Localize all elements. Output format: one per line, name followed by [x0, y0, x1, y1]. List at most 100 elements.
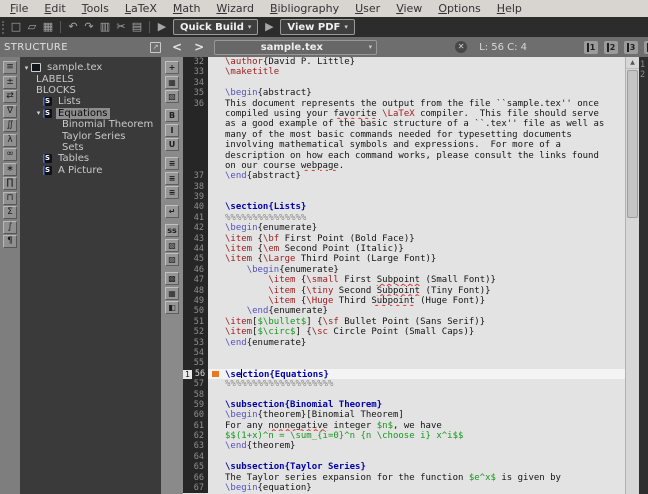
greek-letters-tab-icon[interactable]: λ [3, 134, 17, 147]
line-number[interactable]: 54 [183, 348, 208, 358]
undo-icon[interactable]: ↶ [65, 19, 81, 35]
editor-line[interactable]: 39 [183, 192, 625, 202]
editor-line[interactable]: 49 \item {\Huge Third Subpoint (Huge Fon… [183, 296, 625, 306]
asymptote-tab-icon[interactable]: ∫ [3, 221, 17, 234]
editor-line[interactable]: compiled using your favorite \LaTeX comp… [183, 109, 625, 119]
copy-icon[interactable]: ▥ [97, 19, 113, 35]
editor-line[interactable]: 64 [183, 452, 625, 462]
editor-line[interactable]: 60\begin{theorem}[Binomial Theorem] [183, 410, 625, 420]
misc-symbols-tab-icon[interactable]: ∞ [3, 148, 17, 161]
editor-line[interactable]: 35\begin{abstract} [183, 88, 625, 98]
expander-icon[interactable]: ▾ [22, 64, 31, 72]
frame-icon[interactable]: ▧ [165, 239, 179, 252]
line-number[interactable]: 34 [183, 78, 208, 88]
tabular-icon[interactable]: ▦ [165, 76, 179, 89]
editor-line[interactable]: 43\item {\bf First Point (Bold Face)} [183, 234, 625, 244]
editor-line[interactable]: 36This document represents the output fr… [183, 99, 625, 109]
align-center-icon[interactable]: ≡ [165, 172, 179, 185]
tree-item-sample-tex[interactable]: ▾sample.tex [20, 62, 161, 73]
editor-line[interactable]: involving mathematical symbols and expre… [183, 140, 625, 150]
editor-line[interactable]: 52\item[$\circ$] {\sc Circle Point (Smal… [183, 327, 625, 337]
line-number[interactable]: 41 [183, 213, 208, 223]
line-number[interactable] [183, 109, 208, 119]
editor-line[interactable]: 44\item {\em Second Point (Italic)} [183, 244, 625, 254]
picture-icon[interactable]: ▨ [165, 253, 179, 266]
line-number[interactable]: 60 [183, 410, 208, 420]
insert-icon[interactable]: + [165, 61, 179, 74]
line-number[interactable]: 58 [183, 390, 208, 400]
line-number[interactable] [183, 119, 208, 129]
line-number[interactable]: 46 [183, 265, 208, 275]
menu-view[interactable]: View [388, 1, 430, 16]
line-number[interactable]: 156 [183, 369, 208, 379]
editor-line[interactable]: description on how each command works, p… [183, 151, 625, 161]
line-number[interactable] [183, 151, 208, 161]
editor-line[interactable]: 57%%%%%%%%%%%%%%%%%%%% [183, 379, 625, 389]
split-cell-icon[interactable]: ◧ [165, 301, 179, 314]
open-document-selector[interactable]: sample.tex ▾ [214, 40, 377, 55]
structure-panel-tab-icon[interactable]: ≡ [3, 61, 17, 74]
editor-line[interactable]: 62$$(1+x)^n = \sum_{i=0}^n {n \choose i}… [183, 431, 625, 441]
editor-line[interactable]: 58 [183, 390, 625, 400]
tree-item-lists[interactable]: SLists [20, 96, 161, 107]
editor-line[interactable]: 32\author{David P. Little} [183, 57, 625, 67]
line-number[interactable]: 42 [183, 223, 208, 233]
misc-math-symbols-tab-icon[interactable]: ∇ [3, 105, 17, 118]
underline-icon[interactable]: U [165, 138, 179, 151]
delimiters-tab-icon[interactable]: ∬ [3, 119, 17, 132]
line-number[interactable]: 32 [183, 57, 208, 67]
line-number[interactable] [183, 161, 208, 171]
editor-line[interactable]: 40\section{Lists} [183, 202, 625, 212]
cut-icon[interactable]: ✂ [113, 19, 129, 35]
editor-line[interactable]: 48 \item {\tiny Second Subpoint (Tiny Fo… [183, 286, 625, 296]
editor-line[interactable]: 67\begin{equation} [183, 483, 625, 493]
small-caps-icon[interactable]: ss [165, 224, 179, 237]
line-number[interactable]: 67 [183, 483, 208, 493]
redo-icon[interactable]: ↷ [81, 19, 97, 35]
editor-line[interactable]: 53\end{enumerate} [183, 338, 625, 348]
editor-line[interactable]: 41%%%%%%%%%%%%%%% [183, 213, 625, 223]
user-tags-tab-icon[interactable]: ¶ [3, 235, 17, 248]
editor-line[interactable]: 61For any nonnegative integer $n$, we ha… [183, 421, 625, 431]
editor-line[interactable]: many of the most basic commands needed f… [183, 130, 625, 140]
line-number[interactable]: 43 [183, 234, 208, 244]
tikz-tab-icon[interactable]: Σ [3, 206, 17, 219]
menu-tools[interactable]: Tools [74, 1, 117, 16]
editor-scrollbar[interactable]: ▲ [625, 57, 639, 494]
new-document-icon[interactable]: □ [8, 19, 24, 35]
tree-item-sets[interactable]: Sets [20, 142, 161, 153]
relation-symbols-tab-icon[interactable]: ± [3, 76, 17, 89]
bold-icon[interactable]: B [165, 109, 179, 122]
editor-line[interactable]: 65\subsection{Taylor Series} [183, 462, 625, 472]
line-number[interactable]: 62 [183, 431, 208, 441]
editor-line[interactable]: 51\item[$\bullet$] {\sf Bullet Point (Sa… [183, 317, 625, 327]
code-editor[interactable]: 32\author{David P. Little}33\maketitle34… [183, 57, 625, 494]
line-number[interactable]: 39 [183, 192, 208, 202]
line-number[interactable]: 33 [183, 67, 208, 77]
line-number[interactable]: 44 [183, 244, 208, 254]
line-number[interactable]: 57 [183, 379, 208, 389]
quick-build-dropdown[interactable]: Quick Build▾ [173, 19, 258, 35]
line-number[interactable]: 50 [183, 306, 208, 316]
editor-line[interactable]: 50 \end{enumerate} [183, 306, 625, 316]
line-number[interactable]: 37 [183, 171, 208, 181]
tree-item-taylor-series[interactable]: Taylor Series [20, 130, 161, 141]
tree-item-binomial-theorem[interactable]: Binomial Theorem [20, 119, 161, 130]
menu-edit[interactable]: Edit [36, 1, 73, 16]
bookmark-2-button[interactable]: 2 [604, 41, 618, 54]
open-folder-icon[interactable]: ▱ [24, 19, 40, 35]
line-number[interactable] [183, 140, 208, 150]
line-number[interactable]: 51 [183, 317, 208, 327]
menu-math[interactable]: Math [165, 1, 209, 16]
menu-help[interactable]: Help [489, 1, 530, 16]
line-number[interactable]: 52 [183, 327, 208, 337]
line-number[interactable]: 40 [183, 202, 208, 212]
tree-item-a-picture[interactable]: SA Picture [20, 165, 161, 176]
matrix-icon[interactable]: ▩ [165, 272, 179, 285]
toolbar-grip-handle[interactable] [2, 21, 5, 34]
editor-line[interactable]: on our course webpage. [183, 161, 625, 171]
tree-item-blocks[interactable]: BLOCKS [20, 85, 161, 96]
editor-line[interactable]: 66The Taylor series expansion for the fu… [183, 473, 625, 483]
save-icon[interactable]: ▦ [40, 19, 56, 35]
line-number[interactable] [183, 130, 208, 140]
